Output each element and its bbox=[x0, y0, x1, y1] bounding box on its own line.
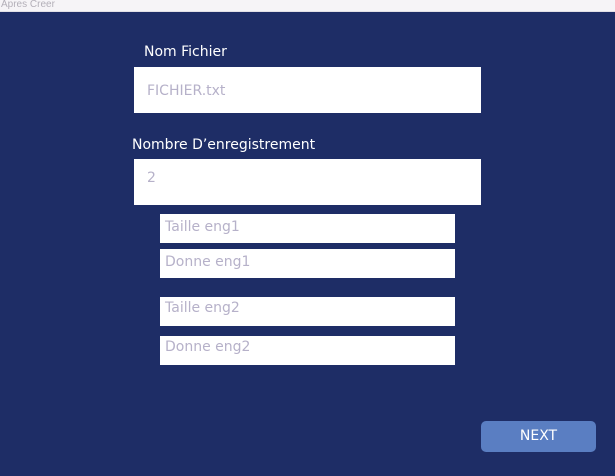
taille-eng2-placeholder: Taille eng2 bbox=[165, 300, 240, 316]
window-titlebar: Apres Creer bbox=[0, 0, 615, 12]
donne-eng2-field[interactable]: Donne eng2 bbox=[160, 336, 455, 365]
nombre-enregistrement-label: Nombre D’enregistrement bbox=[132, 137, 316, 153]
nom-fichier-label: Nom Fichier bbox=[144, 44, 227, 60]
taille-eng2-field[interactable]: Taille eng2 bbox=[160, 297, 455, 326]
nom-fichier-field[interactable]: FICHIER.txt bbox=[134, 67, 481, 113]
taille-eng1-placeholder: Taille eng1 bbox=[165, 219, 240, 235]
window-title: Apres Creer bbox=[1, 0, 55, 10]
nom-fichier-value: FICHIER.txt bbox=[147, 83, 226, 99]
donne-eng1-field[interactable]: Donne eng1 bbox=[160, 249, 455, 278]
taille-eng1-field[interactable]: Taille eng1 bbox=[160, 214, 455, 243]
donne-eng2-placeholder: Donne eng2 bbox=[165, 339, 251, 355]
donne-eng1-placeholder: Donne eng1 bbox=[165, 254, 251, 270]
next-button[interactable]: NEXT bbox=[481, 421, 596, 452]
nombre-enregistrement-value: 2 bbox=[147, 170, 156, 186]
nombre-enregistrement-field[interactable]: 2 bbox=[134, 159, 481, 205]
